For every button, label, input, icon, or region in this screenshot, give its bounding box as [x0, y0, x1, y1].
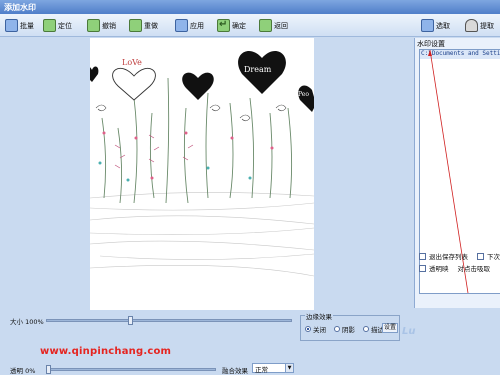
- batch-button[interactable]: 批量: [2, 17, 37, 34]
- ok-icon: ↵: [217, 19, 230, 32]
- opacity-slider-thumb[interactable]: [46, 365, 51, 374]
- toolbar: 批量 定位 撤销 重做 应用 ↵ 确定 返回 选取 提取: [0, 14, 500, 37]
- blend-select[interactable]: 正常 ▼: [252, 363, 294, 374]
- back-label: 返回: [274, 21, 288, 30]
- apply-label: 应用: [190, 21, 204, 30]
- canvas-margin: [314, 38, 414, 310]
- opacity-label: 透明 0%: [10, 367, 36, 375]
- effect-stroke-radio[interactable]: 描边: [363, 324, 384, 334]
- blend-label: 融合效果: [222, 367, 248, 375]
- radio-shadow[interactable]: [334, 326, 340, 332]
- chevron-down-icon[interactable]: ▼: [285, 364, 293, 372]
- effect-settings-button[interactable]: 设置: [382, 323, 398, 333]
- select-label: 选取: [436, 21, 450, 30]
- redo-label: 重做: [144, 21, 158, 30]
- effect-off-label: 关闭: [313, 326, 326, 334]
- apply-icon: [175, 19, 188, 32]
- doodle-love: LoVe: [122, 58, 142, 67]
- transparent-label: 透明映: [429, 265, 449, 273]
- heart-filled-small: [182, 72, 214, 100]
- batch-label: 批量: [20, 21, 34, 30]
- doodle-dream: Dream: [244, 65, 272, 74]
- ok-label: 确定: [232, 21, 246, 30]
- back-icon: [259, 19, 272, 32]
- radio-stroke[interactable]: [363, 326, 369, 332]
- exit-save-checkbox[interactable]: [419, 252, 426, 260]
- opacity-slider[interactable]: [46, 368, 216, 371]
- locate-icon: [43, 19, 56, 32]
- bottom-controls: 大小 100% www.qinpinchang.com 透明 0% 融合效果 正…: [0, 310, 500, 375]
- blend-value: 正常: [255, 366, 268, 374]
- effect-shadow-radio[interactable]: 阴影: [334, 324, 355, 334]
- batch-icon: [5, 19, 18, 32]
- redo-button[interactable]: 重做: [126, 17, 161, 34]
- swirls: [95, 104, 287, 122]
- next-label: 下次: [487, 253, 500, 261]
- effect-off-radio[interactable]: 关闭: [305, 324, 326, 334]
- edge-effects-title: 边缘效果: [305, 311, 333, 321]
- watermark-settings-panel: 水印设置 C:\Documents and Settings 退出保存列表 下次…: [414, 38, 500, 308]
- size-label: 大小 100%: [10, 318, 44, 326]
- watermark-url: www.qinpinchang.com: [40, 346, 172, 357]
- redo-icon: [129, 19, 142, 32]
- undo-button[interactable]: 撤销: [84, 17, 119, 34]
- window-title: 添加水印: [0, 0, 500, 14]
- doodle-artwork: LoVe Dream Peo: [90, 50, 314, 277]
- exit-save-label: 退出保存列表: [429, 253, 468, 261]
- flower-leaves: [114, 134, 194, 169]
- heart-filled-left: [90, 66, 99, 82]
- left-gutter: [0, 38, 90, 310]
- select-button[interactable]: 选取: [418, 17, 453, 34]
- effect-shadow-label: 阴影: [342, 326, 355, 334]
- user-icon: [465, 19, 478, 32]
- image-canvas[interactable]: LoVe Dream Peo: [90, 38, 314, 310]
- select-icon: [421, 19, 434, 32]
- pick-label: 提取: [480, 21, 494, 30]
- heart-filled-right: [298, 85, 314, 112]
- ok-button[interactable]: ↵ 确定: [214, 17, 249, 34]
- pick-button[interactable]: 提取: [462, 17, 497, 34]
- back-button[interactable]: 返回: [256, 17, 291, 34]
- locate-button[interactable]: 定位: [40, 17, 75, 34]
- ground-lines: [90, 192, 314, 277]
- doodle-peo: Peo: [298, 91, 309, 98]
- transparent-checkbox[interactable]: [419, 264, 426, 272]
- flower-dots: [102, 131, 274, 180]
- heart-outline-love: [112, 67, 156, 101]
- radio-off[interactable]: [305, 326, 311, 332]
- size-slider[interactable]: [46, 319, 292, 322]
- panel-title: 水印设置: [417, 40, 445, 48]
- size-slider-thumb[interactable]: [128, 316, 133, 325]
- logo-ghost: Lu: [402, 326, 416, 337]
- option-exit-save[interactable]: 退出保存列表 下次: [419, 251, 500, 261]
- undo-label: 撤销: [102, 21, 116, 30]
- option-transparent[interactable]: 透明映 对点击吸取: [419, 263, 490, 273]
- next-checkbox[interactable]: [477, 252, 484, 260]
- locate-label: 定位: [58, 21, 72, 30]
- undo-icon: [87, 19, 100, 32]
- click-pick-label: 对点击吸取: [457, 265, 491, 273]
- apply-button[interactable]: 应用: [172, 17, 207, 34]
